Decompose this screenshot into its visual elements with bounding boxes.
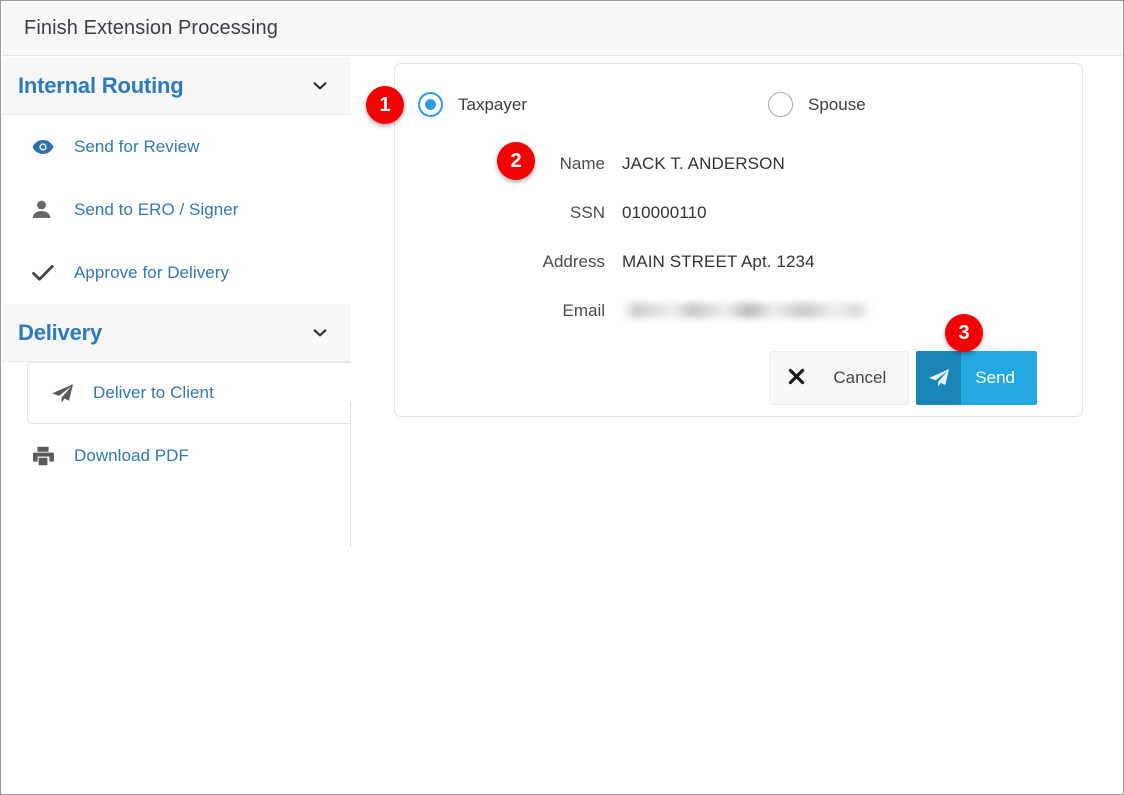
eye-icon (32, 139, 58, 155)
chevron-down-icon[interactable] (311, 324, 329, 342)
sidebar-item-download-pdf[interactable]: Download PDF (2, 424, 351, 487)
sidebar-section-title: Internal Routing (18, 72, 184, 98)
radio-taxpayer-label: Taxpayer (458, 94, 527, 114)
sidebar-section-header-internal-routing[interactable]: Internal Routing (2, 57, 351, 115)
sidebar-list-delivery: Deliver to Client Download PDF (2, 362, 352, 487)
form-actions: Cancel Send (769, 351, 1037, 405)
step-badge-2: 2 (497, 142, 535, 180)
field-value-ssn: 010000110 (622, 202, 707, 222)
sidebar-section-header-delivery[interactable]: Delivery (2, 304, 351, 362)
radio-spouse-input[interactable] (768, 92, 793, 117)
sidebar-item-send-to-ero-signer[interactable]: Send to ERO / Signer (2, 178, 351, 241)
page-title: Finish Extension Processing (24, 17, 278, 39)
person-icon (32, 200, 58, 219)
radio-taxpayer-input[interactable] (418, 92, 443, 117)
sidebar-list-internal-routing: Send for Review Send to ERO / Signer App… (2, 115, 351, 304)
chevron-down-icon[interactable] (311, 77, 329, 95)
sidebar-item-label: Download PDF (74, 445, 189, 465)
send-button-text-area: Send (961, 351, 1037, 405)
send-button-label: Send (975, 368, 1015, 387)
field-label-ssn: SSN (570, 202, 605, 222)
sidebar-item-deliver-to-client[interactable]: Deliver to Client (27, 362, 352, 424)
step-badge-1: 1 (366, 86, 404, 124)
field-label-email: Email (562, 300, 605, 320)
cancel-button-label: Cancel (833, 368, 887, 387)
field-value-name: JACK T. ANDERSON (622, 153, 785, 173)
cancel-button[interactable]: Cancel (769, 351, 910, 405)
sidebar-item-label: Approve for Delivery (74, 262, 230, 282)
step-badge-3: 3 (945, 314, 983, 352)
sidebar: Internal Routing Send for Review Send to… (2, 57, 352, 794)
sidebar-item-label: Send to ERO / Signer (74, 199, 239, 219)
sidebar-item-label: Deliver to Client (93, 383, 214, 402)
field-label-address: Address (542, 251, 605, 271)
recipient-radio-row: Taxpayer Spouse (395, 92, 1082, 124)
field-value-email-redacted (622, 303, 872, 318)
check-icon (32, 264, 58, 282)
field-row-address: Address MAIN STREET Apt. 1234 (395, 237, 1082, 286)
radio-dot-icon (425, 99, 436, 110)
radio-spouse-label: Spouse (808, 94, 866, 114)
app-window: Finish Extension Processing Internal Rou… (0, 0, 1124, 795)
close-x-icon (788, 368, 805, 389)
paper-plane-icon (916, 351, 962, 405)
main-content: Taxpayer Spouse Name JACK T. ANDERSON SS… (351, 57, 1122, 793)
sidebar-section-title: Delivery (18, 319, 103, 345)
delivery-form-card: Taxpayer Spouse Name JACK T. ANDERSON SS… (394, 63, 1083, 417)
field-row-ssn: SSN 010000110 (395, 188, 1082, 237)
window-titlebar: Finish Extension Processing (2, 2, 1122, 56)
sidebar-item-approve-for-delivery[interactable]: Approve for Delivery (2, 241, 351, 304)
sidebar-item-label: Send for Review (74, 136, 200, 156)
radio-option-spouse[interactable]: Spouse (768, 92, 866, 117)
printer-icon (32, 446, 58, 466)
field-value-address: MAIN STREET Apt. 1234 (622, 251, 815, 271)
sidebar-item-send-for-review[interactable]: Send for Review (2, 115, 351, 178)
send-button[interactable]: Send (916, 351, 1037, 405)
radio-option-taxpayer[interactable]: Taxpayer (418, 92, 527, 117)
paper-plane-icon (51, 383, 77, 404)
